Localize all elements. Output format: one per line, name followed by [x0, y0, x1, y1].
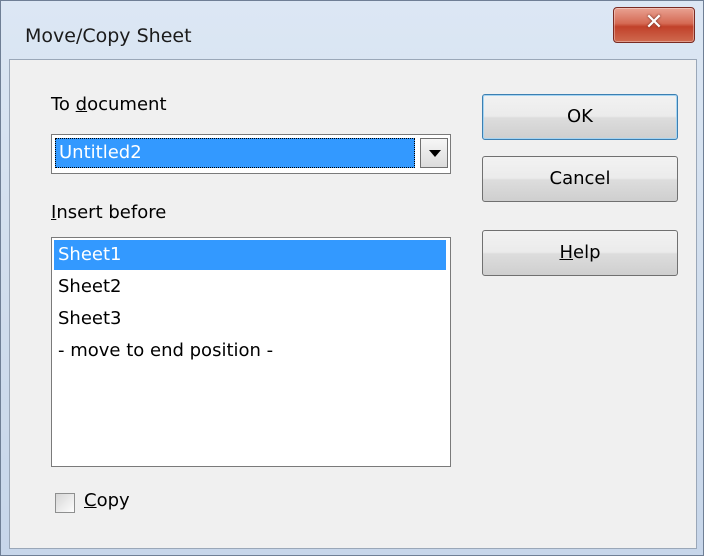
dialog-title: Move/Copy Sheet — [25, 25, 192, 47]
list-item-sheet2[interactable]: Sheet2 — [54, 272, 446, 302]
help-button-mnemonic: H — [559, 242, 574, 263]
help-button-rest: elp — [573, 242, 601, 263]
copy-checkbox[interactable] — [55, 493, 75, 513]
to-document-label-prefix: To — [51, 94, 76, 115]
copy-label-mnemonic: C — [84, 490, 97, 511]
to-document-label: To document — [51, 94, 167, 115]
cancel-button[interactable]: Cancel — [482, 156, 678, 202]
dialog-window: Move/Copy Sheet ✕ To document Untitled2 … — [0, 0, 704, 556]
to-document-dropdown[interactable]: Untitled2 — [51, 134, 451, 174]
copy-label[interactable]: Copy — [84, 490, 130, 511]
to-document-label-mnemonic: d — [75, 94, 88, 115]
title-bar[interactable]: Move/Copy Sheet ✕ — [1, 1, 703, 59]
insert-before-label-rest: nsert before — [56, 202, 167, 223]
insert-before-list[interactable]: Sheet1 Sheet2 Sheet3 - move to end posit… — [51, 237, 451, 467]
chevron-down-icon[interactable] — [420, 138, 448, 168]
list-item-move-to-end[interactable]: - move to end position - — [54, 336, 446, 366]
dialog-body: To document Untitled2 Insert before Shee… — [9, 59, 697, 549]
to-document-selected-value: Untitled2 — [55, 138, 415, 168]
insert-before-label: Insert before — [51, 202, 166, 223]
close-icon: ✕ — [644, 10, 664, 35]
copy-label-rest: opy — [96, 490, 130, 511]
help-button[interactable]: Help — [482, 230, 678, 276]
list-item-sheet3[interactable]: Sheet3 — [54, 304, 446, 334]
to-document-label-rest: ocument — [87, 94, 167, 115]
list-item-sheet1[interactable]: Sheet1 — [54, 240, 446, 270]
close-button[interactable]: ✕ — [613, 7, 695, 43]
ok-button[interactable]: OK — [482, 94, 678, 140]
